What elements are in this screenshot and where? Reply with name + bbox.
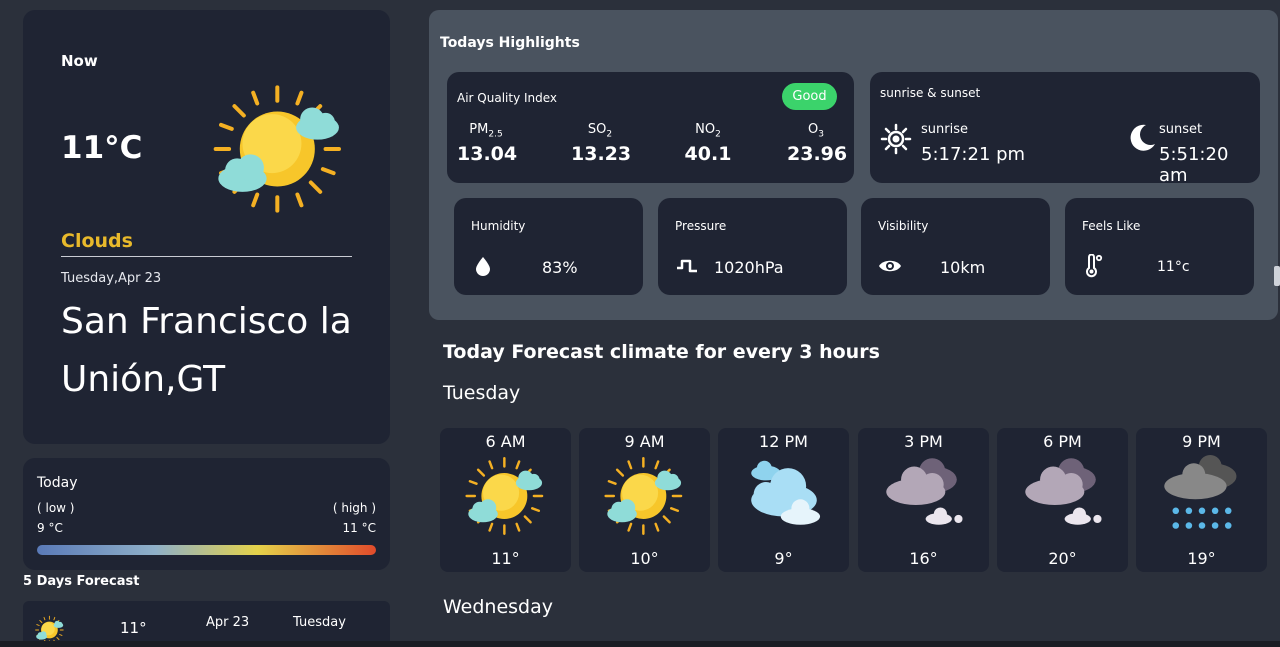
low-label: ( low )	[37, 501, 75, 515]
stat-label: Visibility	[878, 219, 929, 233]
today-title: Today	[37, 475, 78, 491]
hour-temp: 16°	[909, 549, 938, 568]
sun-cloud-icon	[604, 455, 686, 537]
hour-temp: 10°	[630, 549, 659, 568]
stat-label: Humidity	[471, 219, 526, 233]
sunset-label: sunset	[1159, 122, 1203, 137]
dark-clouds-icon	[1022, 455, 1104, 537]
hour-temp: 9°	[774, 549, 793, 568]
aqi-item-pm25: PM2.5 13.04	[457, 122, 518, 165]
hour-time: 9 PM	[1182, 432, 1221, 451]
aqi-item-o3: O3 23.96	[787, 122, 848, 165]
weather-description: Clouds	[61, 230, 133, 252]
aqi-item-so2: SO2 13.23	[571, 122, 632, 165]
current-date: Tuesday,Apr 23	[61, 271, 162, 286]
forecast-temp: 11°	[120, 619, 147, 637]
hour-temp: 11°	[491, 549, 520, 568]
divider	[61, 256, 352, 257]
sunrise-label: sunrise	[921, 122, 968, 137]
temperature-gradient-bar	[37, 545, 376, 555]
current-temperature: 11°C	[61, 130, 143, 166]
forecast-day-heading: Wednesday	[443, 596, 554, 618]
forecast-day: Tuesday	[293, 615, 346, 630]
current-weather-card: Now 11°C Clouds Tuesday,Apr 23 San Franc…	[23, 10, 390, 444]
city-name: San Francisco la Unión,GT	[61, 301, 352, 400]
aqi-status-badge: Good	[782, 83, 837, 110]
sun-cloud-icon	[213, 82, 347, 216]
pressure-wave-icon	[677, 259, 697, 273]
hour-card: 12 PM 9°	[718, 428, 849, 572]
hour-time: 6 PM	[1043, 432, 1082, 451]
humidity-card: Humidity 83%	[454, 198, 643, 295]
clouds-icon	[743, 455, 825, 537]
feels-like-card: Feels Like 11°c	[1065, 198, 1254, 295]
high-label: ( high )	[332, 501, 376, 515]
hour-time: 12 PM	[759, 432, 808, 451]
hour-card: 9 AM 10°	[579, 428, 710, 572]
sun-cloud-icon	[465, 455, 547, 537]
hour-time: 3 PM	[904, 432, 943, 451]
stat-value: 83%	[542, 258, 578, 277]
hour-time: 6 AM	[485, 432, 526, 451]
forecast-day-heading: Tuesday	[443, 382, 521, 404]
hour-time: 9 AM	[624, 432, 665, 451]
hour-card: 9 PM 19°	[1136, 428, 1267, 572]
aqi-value: 23.96	[787, 142, 848, 165]
highlights-panel: Todays Highlights Air Quality Index Good…	[429, 10, 1278, 320]
aqi-item-no2: NO2 40.1	[682, 122, 734, 165]
dark-clouds-icon	[883, 455, 965, 537]
hour-temp: 20°	[1048, 549, 1077, 568]
stat-value: 10km	[940, 258, 986, 277]
sunrise-sunset-card: sunrise & sunset sunrise 5:17:21 pm suns…	[870, 72, 1260, 186]
high-temperature: 11 °C	[342, 521, 376, 535]
stat-value: 1020hPa	[714, 258, 784, 277]
sun-icon	[880, 123, 912, 155]
highlights-title: Todays Highlights	[440, 35, 580, 51]
hourly-forecast-title: Today Forecast climate for every 3 hours	[443, 341, 880, 363]
forecast-date: Apr 23	[206, 615, 250, 630]
aqi-value: 13.04	[457, 142, 518, 165]
today-range-card: Today ( low ) ( high ) 9 °C 11 °C	[23, 458, 390, 570]
sunset-time: 5:51:20 am	[1159, 144, 1229, 186]
rain-cloud-icon	[1161, 455, 1243, 537]
stat-label: Feels Like	[1082, 219, 1141, 233]
visibility-card: Visibility 10km	[861, 198, 1050, 295]
air-quality-card: Air Quality Index Good PM2.5 13.04 SO2 1…	[447, 72, 854, 183]
hour-temp: 19°	[1187, 549, 1216, 568]
scrollbar-thumb[interactable]	[1274, 266, 1280, 286]
thermometer-icon	[1086, 254, 1103, 278]
aqi-value: 40.1	[684, 142, 732, 165]
stat-label: Pressure	[675, 219, 727, 233]
bottom-edge	[0, 641, 1280, 647]
low-temperature: 9 °C	[37, 521, 63, 535]
stat-value: 11°c	[1157, 259, 1190, 275]
aqi-value: 13.23	[571, 142, 632, 165]
pressure-card: Pressure 1020hPa	[658, 198, 847, 295]
sun-title: sunrise & sunset	[880, 86, 981, 100]
hour-card: 6 PM 20°	[997, 428, 1128, 572]
hour-card: 6 AM 11°	[440, 428, 571, 572]
now-label: Now	[61, 52, 98, 70]
sunrise-time: 5:17:21 pm	[921, 144, 1026, 165]
hour-card: 3 PM 16°	[858, 428, 989, 572]
aqi-label: Air Quality Index	[457, 91, 558, 105]
droplet-icon	[476, 257, 490, 276]
eye-icon	[879, 260, 901, 272]
moon-icon	[1130, 124, 1155, 151]
five-day-forecast-title: 5 Days Forecast	[23, 574, 140, 589]
